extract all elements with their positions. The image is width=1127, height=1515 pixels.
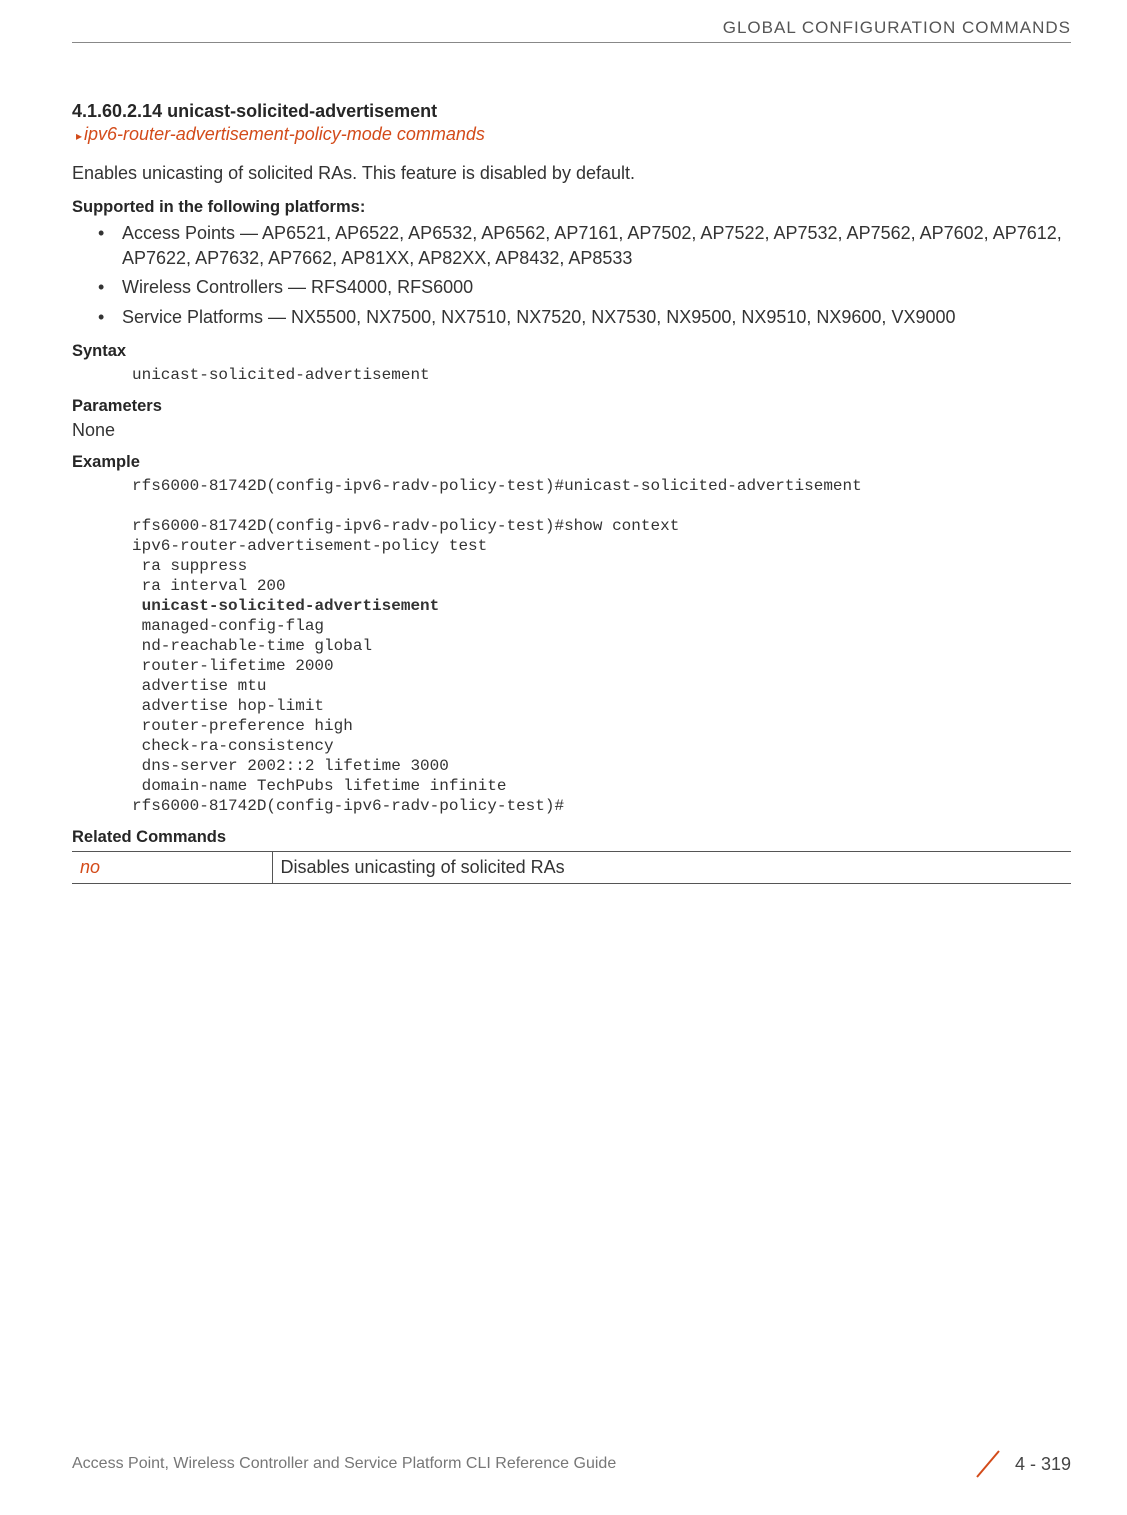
syntax-heading: Syntax xyxy=(72,342,1071,361)
code-line: check-ra-consistency xyxy=(132,737,334,755)
code-line-highlight: unicast-solicited-advertisement xyxy=(142,597,440,615)
list-item: Access Points — AP6521, AP6522, AP6532, … xyxy=(122,221,1071,271)
related-desc: Disables unicasting of solicited RAs xyxy=(272,851,1071,883)
table-row: no Disables unicasting of solicited RAs xyxy=(72,851,1071,883)
section-heading: 4.1.60.2.14 unicast-solicited-advertisem… xyxy=(72,101,1071,122)
footer-right: 4 - 319 xyxy=(971,1447,1071,1481)
syntax-code: unicast-solicited-advertisement xyxy=(132,365,1071,385)
code-line xyxy=(132,597,142,615)
related-cmd: no xyxy=(72,851,272,883)
code-line: managed-config-flag xyxy=(132,617,324,635)
arrow-right-icon: ▸ xyxy=(76,129,82,143)
platforms-heading: Supported in the following platforms: xyxy=(72,198,1071,217)
code-line: ipv6-router-advertisement-policy test xyxy=(132,537,487,555)
slash-icon xyxy=(971,1447,1005,1481)
parameters-value: None xyxy=(72,420,1071,441)
chapter-header: GLOBAL CONFIGURATION COMMANDS xyxy=(72,18,1071,43)
page-footer: Access Point, Wireless Controller and Se… xyxy=(72,1447,1071,1481)
code-line: rfs6000-81742D(config-ipv6-radv-policy-t… xyxy=(132,517,679,535)
code-line: rfs6000-81742D(config-ipv6-radv-policy-t… xyxy=(132,797,564,815)
section-description: Enables unicasting of solicited RAs. Thi… xyxy=(72,163,1071,184)
code-line: rfs6000-81742D(config-ipv6-radv-policy-t… xyxy=(132,477,862,495)
code-line: ra interval 200 xyxy=(132,577,286,595)
page: GLOBAL CONFIGURATION COMMANDS 4.1.60.2.1… xyxy=(0,0,1127,1515)
code-line: domain-name TechPubs lifetime infinite xyxy=(132,777,506,795)
code-line: ra suppress xyxy=(132,557,247,575)
related-commands-table: no Disables unicasting of solicited RAs xyxy=(72,851,1071,884)
code-line: router-preference high xyxy=(132,717,353,735)
page-number: 4 - 319 xyxy=(1015,1454,1071,1475)
code-line: nd-reachable-time global xyxy=(132,637,372,655)
parameters-heading: Parameters xyxy=(72,397,1071,416)
section-subref: ▸ipv6-router-advertisement-policy-mode c… xyxy=(76,124,1071,145)
example-heading: Example xyxy=(72,453,1071,472)
code-line: advertise mtu xyxy=(132,677,266,695)
code-line: dns-server 2002::2 lifetime 3000 xyxy=(132,757,449,775)
related-heading: Related Commands xyxy=(72,828,1071,847)
subref-text: ipv6-router-advertisement-policy-mode co… xyxy=(84,124,485,144)
example-code: rfs6000-81742D(config-ipv6-radv-policy-t… xyxy=(132,476,1071,816)
code-line: advertise hop-limit xyxy=(132,697,324,715)
list-item: Service Platforms — NX5500, NX7500, NX75… xyxy=(122,305,1071,330)
code-line: router-lifetime 2000 xyxy=(132,657,334,675)
list-item: Wireless Controllers — RFS4000, RFS6000 xyxy=(122,275,1071,300)
footer-guide-title: Access Point, Wireless Controller and Se… xyxy=(72,1455,616,1473)
platforms-list: Access Points — AP6521, AP6522, AP6532, … xyxy=(72,221,1071,330)
